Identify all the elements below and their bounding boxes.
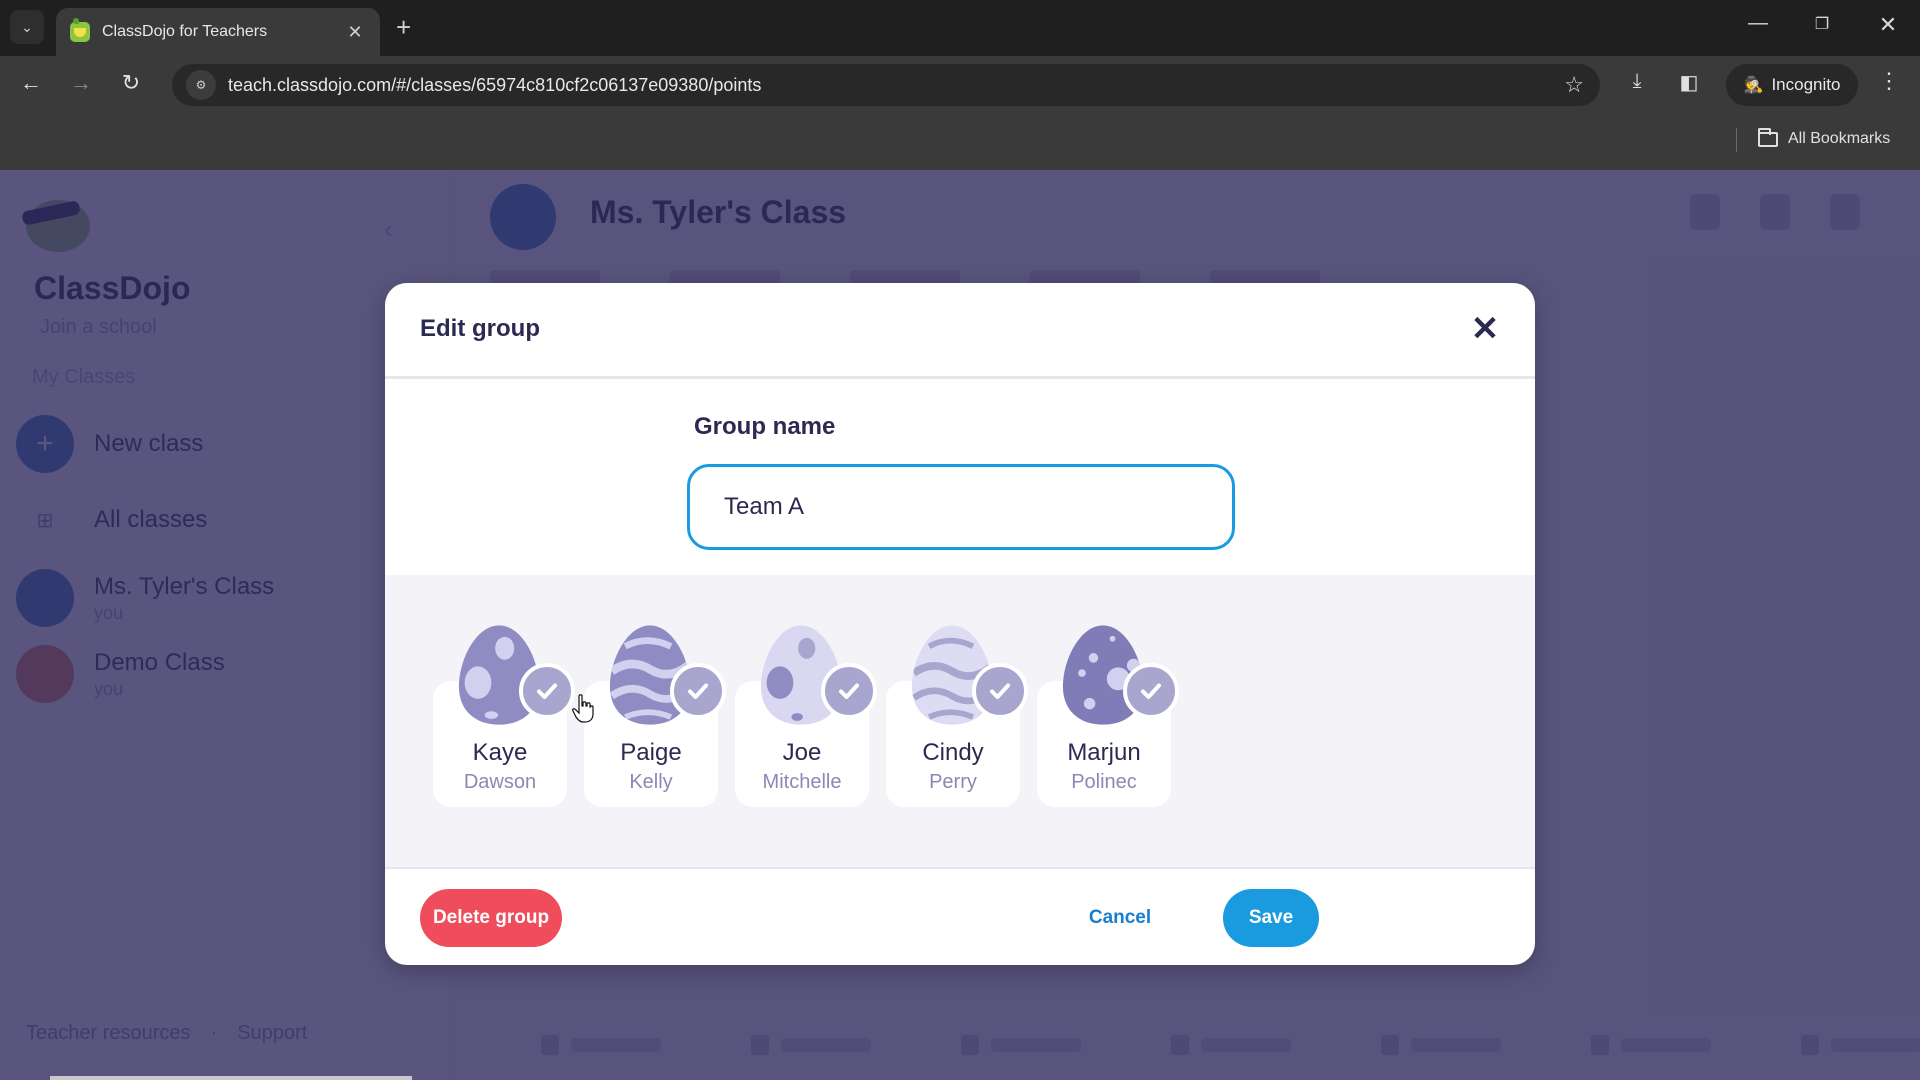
delete-group-button[interactable]: Delete group [420, 889, 562, 947]
address-bar[interactable]: ⚙ teach.classdojo.com/#/classes/65974c81… [172, 64, 1600, 106]
selected-check-icon[interactable] [821, 663, 877, 719]
cancel-button[interactable]: Cancel [1075, 889, 1165, 947]
students-grid: Kaye Dawson Paige Kelly Joe Mitchelle Cindy Per… [385, 575, 1535, 869]
all-bookmarks-label: All Bookmarks [1788, 130, 1891, 147]
save-button[interactable]: Save [1223, 889, 1319, 947]
incognito-icon: 🕵 [1743, 77, 1764, 94]
student-tile[interactable]: Joe Mitchelle [735, 623, 877, 811]
close-icon[interactable]: ✕ [1465, 309, 1505, 349]
selected-check-icon[interactable] [670, 663, 726, 719]
student-first-name: Paige [620, 739, 682, 766]
browser-toolbar: ← → ↻ ⚙ teach.classdojo.com/#/classes/65… [0, 56, 1920, 112]
student-last-name: Polinec [1071, 771, 1137, 793]
student-first-name: Joe [782, 739, 822, 766]
browser-menu-icon[interactable]: ⋮ [1878, 68, 1900, 94]
tab-search-button[interactable]: ⌄ [10, 10, 44, 44]
back-button[interactable]: ← [16, 70, 46, 96]
edit-group-dialog: Edit group ✕ Group name KayeDawsonPaigeK… [385, 283, 1535, 965]
all-bookmarks-button[interactable]: All Bookmarks [1758, 127, 1891, 148]
bookmarks-bar: All Bookmarks [0, 112, 1920, 170]
site-info-icon[interactable]: ⚙ [186, 70, 216, 100]
dialog-title: Edit group [420, 315, 540, 342]
selected-check-icon[interactable] [1123, 663, 1179, 719]
browser-tab-active[interactable]: ClassDojo for Teachers ✕ [56, 8, 380, 56]
student-last-name: Kelly [629, 771, 673, 793]
student-last-name: Perry [929, 771, 977, 793]
bookmark-star-icon[interactable]: ☆ [1564, 72, 1584, 98]
restore-button[interactable]: ❐ [1802, 14, 1842, 34]
browser-tab-bar: ⌄ ClassDojo for Teachers ✕ + — ❐ ✕ [0, 0, 1920, 56]
forward-button[interactable]: → [66, 70, 96, 96]
group-name-label: Group name [694, 413, 836, 440]
student-first-name: Kaye [472, 739, 528, 766]
incognito-label: Incognito [1771, 75, 1841, 94]
tab-close-icon[interactable]: ✕ [344, 22, 366, 43]
tab-title: ClassDojo for Teachers [102, 23, 268, 40]
student-last-name: Mitchelle [762, 771, 842, 793]
new-tab-button[interactable]: + [396, 12, 411, 42]
bookmarks-separator [1736, 128, 1737, 152]
student-tile[interactable]: Cindy Perry [886, 623, 1028, 811]
selected-check-icon[interactable] [519, 663, 575, 719]
minimize-button[interactable]: — [1738, 12, 1778, 35]
incognito-badge[interactable]: 🕵 Incognito [1726, 64, 1858, 106]
student-first-name: Marjun [1067, 739, 1141, 766]
group-name-input[interactable] [687, 464, 1235, 550]
url-text[interactable]: teach.classdojo.com/#/classes/65974c810c… [228, 75, 1564, 96]
classdojo-favicon-icon [70, 18, 90, 42]
window-close-button[interactable]: ✕ [1868, 12, 1908, 38]
student-tile[interactable]: Marjun Polinec [1037, 623, 1179, 811]
dialog-footer: Delete group Cancel Save [385, 869, 1535, 965]
student-last-name: Dawson [463, 771, 537, 793]
student-tile[interactable]: Paige Kelly [584, 623, 726, 811]
chevron-down-icon: ⌄ [21, 18, 33, 35]
dialog-header: Edit group ✕ [385, 283, 1535, 379]
side-panel-icon[interactable]: ◧ [1674, 70, 1704, 95]
student-first-name: Cindy [922, 739, 984, 766]
horizontal-scrollbar[interactable] [50, 1076, 412, 1080]
hand-cursor-icon [572, 694, 594, 723]
selected-check-icon[interactable] [972, 663, 1028, 719]
group-name-section: Group name [385, 379, 1535, 575]
student-tile[interactable]: Kaye Dawson [433, 623, 575, 811]
folder-icon [1758, 127, 1778, 147]
download-icon[interactable]: ⤓ [1622, 70, 1652, 93]
reload-button[interactable]: ↻ [116, 70, 146, 96]
